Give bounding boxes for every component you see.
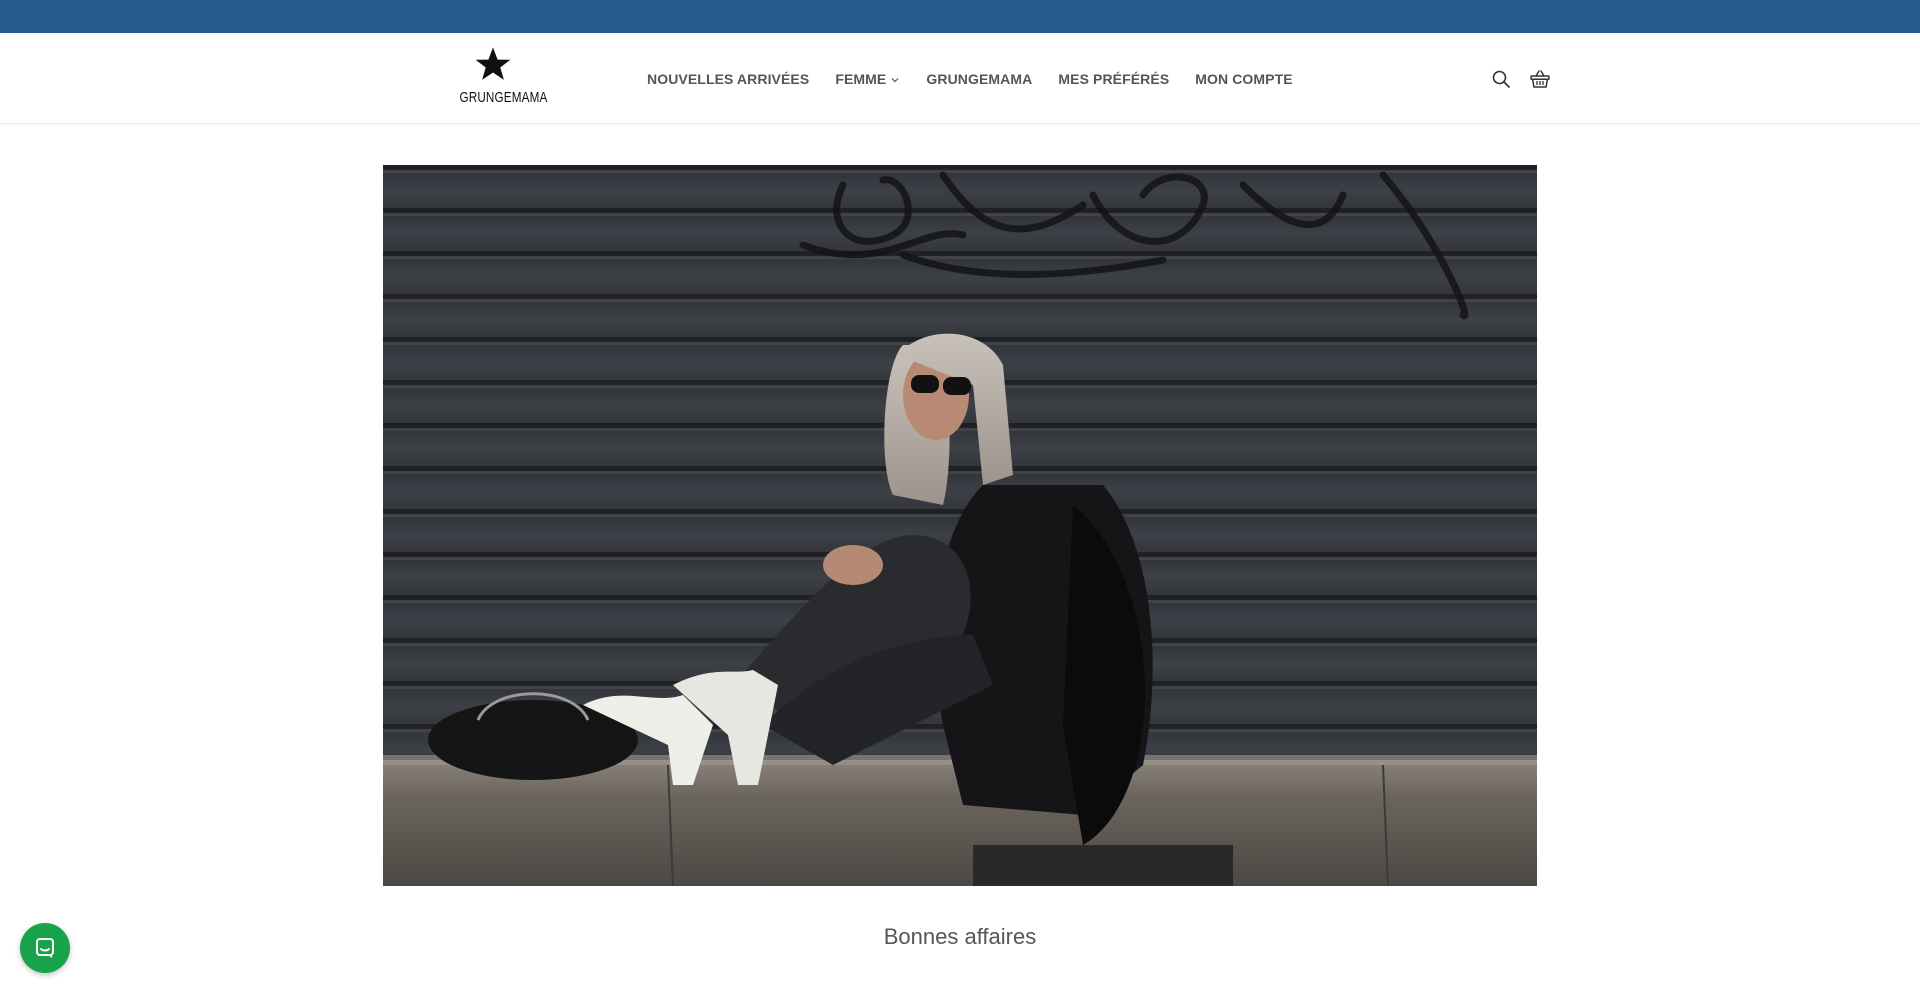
cart-button[interactable] [1527,66,1553,92]
search-icon [1492,70,1510,88]
nav-item-mon-compte[interactable]: MON COMPTE [1195,71,1292,87]
nav-item-mes-preferes[interactable]: MES PRÉFÉRÉS [1058,71,1169,87]
main-navigation: NOUVELLES ARRIVÉES FEMME GRUNGEMAMA MES … [647,33,1319,124]
site-logo[interactable]: GRUNGEMAMA [450,45,548,111]
chat-launcher-button[interactable] [20,923,70,973]
hero-image[interactable] [383,165,1537,886]
section-heading: Bonnes affaires [883,924,1037,949]
nav-item-label: GRUNGEMAMA [926,70,1033,87]
announcement-bar [0,0,1920,33]
chat-bubble-icon [36,938,54,958]
nav-item-grungemama[interactable]: GRUNGEMAMA [926,71,1032,87]
basket-icon [1530,70,1550,88]
site-header: GRUNGEMAMA NOUVELLES ARRIVÉES FEMME GRUN… [0,33,1920,124]
nav-item-label: FEMME [835,70,887,87]
nav-item-nouvelles-arrivees[interactable]: NOUVELLES ARRIVÉES [647,71,809,87]
logo-text: GRUNGEMAMA [459,89,548,106]
nav-item-label: NOUVELLES ARRIVÉES [647,70,810,87]
chevron-down-icon [891,78,899,83]
nav-item-femme[interactable]: FEMME [835,71,900,87]
search-button[interactable] [1488,66,1514,92]
nav-item-label: MON COMPTE [1195,70,1293,87]
star-icon [475,47,511,80]
nav-item-label: MES PRÉFÉRÉS [1058,70,1170,87]
hero-photo [383,165,1537,886]
header-icons [1488,64,1566,94]
